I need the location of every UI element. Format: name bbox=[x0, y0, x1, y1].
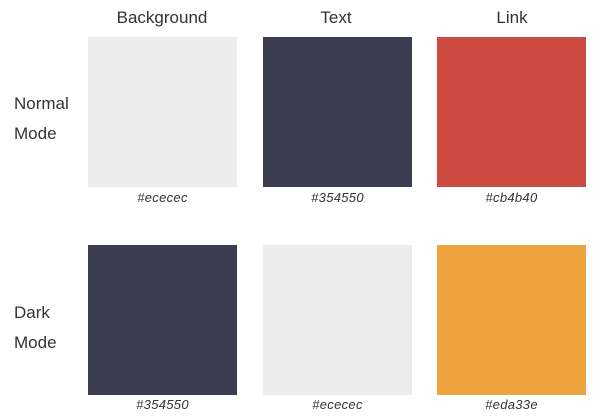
swatch-dark-text bbox=[263, 245, 412, 395]
row-label-dark-line2: Mode bbox=[14, 333, 57, 352]
column-header-link: Link bbox=[496, 8, 528, 27]
row-label-normal-mode: Normal Mode bbox=[14, 89, 69, 149]
row-label-dark-line1: Dark bbox=[14, 303, 50, 322]
row-label-normal-line2: Mode bbox=[14, 124, 57, 143]
hex-normal-link: #cb4b40 bbox=[485, 190, 538, 205]
swatch-normal-text bbox=[263, 37, 412, 187]
hex-normal-text: #354550 bbox=[311, 190, 364, 205]
swatch-dark-link bbox=[437, 245, 586, 395]
hex-normal-background: #ececec bbox=[137, 190, 188, 205]
hex-dark-text: #ececec bbox=[312, 397, 363, 412]
hex-dark-link: #eda33e bbox=[485, 397, 538, 412]
column-header-background: Background bbox=[116, 8, 208, 27]
row-label-normal-line1: Normal bbox=[14, 94, 69, 113]
hex-dark-background: #354550 bbox=[136, 397, 189, 412]
swatch-normal-link bbox=[437, 37, 586, 187]
column-header-text: Text bbox=[320, 8, 352, 27]
row-label-dark-mode: Dark Mode bbox=[14, 298, 57, 358]
swatch-dark-background bbox=[88, 245, 237, 395]
swatch-normal-background bbox=[88, 37, 237, 187]
